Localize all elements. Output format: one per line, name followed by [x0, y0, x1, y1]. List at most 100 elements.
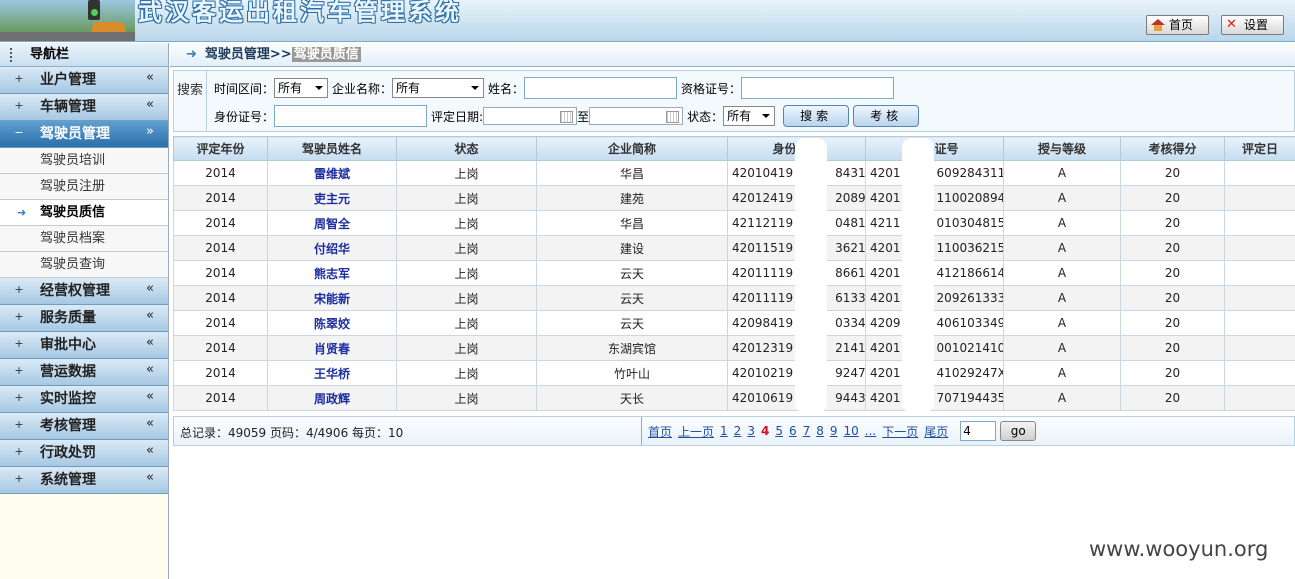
company-select[interactable]: 所有: [392, 78, 485, 98]
prev-page-link[interactable]: 上一页: [678, 423, 714, 440]
column-header[interactable]: 评定年份: [173, 136, 268, 161]
table-cell[interactable]: 雷维斌: [267, 160, 397, 186]
column-header[interactable]: 授与等级: [1003, 136, 1121, 161]
nav-item-driver-training[interactable]: 驾驶员培训: [0, 148, 168, 174]
nav-group-operating-rights[interactable]: + 经营权管理 «: [0, 278, 168, 305]
nav-item-driver-registration[interactable]: 驾驶员注册: [0, 174, 168, 200]
table-cell[interactable]: 肖贤春: [267, 335, 397, 361]
id-number-label: 身份证号：: [214, 109, 275, 124]
period-select[interactable]: 所有: [274, 78, 329, 98]
table-cell: 2014: [173, 235, 268, 261]
nav-group-penalties[interactable]: + 行政处罚 «: [0, 440, 168, 467]
id-prefix: 42011119: [732, 291, 794, 305]
page-link[interactable]: 1: [720, 424, 728, 438]
table-cell[interactable]: 宋能新: [267, 285, 397, 311]
id-suffix: 61333: [835, 291, 866, 305]
table-cell[interactable]: 周政辉: [267, 385, 397, 411]
table-cell[interactable]: 熊志军: [267, 260, 397, 286]
last-page-link[interactable]: 尾页: [924, 423, 948, 440]
page-number-input[interactable]: 4: [960, 421, 997, 441]
search-panel: 搜索 时间区间： 所有 企业名称： 所有 姓名： 资格证号： 身份证号： 评定日…: [173, 70, 1295, 132]
date-from-input[interactable]: [483, 107, 578, 125]
chevron-left-icon: «: [146, 416, 154, 431]
table-cell: 2014: [173, 360, 268, 386]
table-cell[interactable]: 陈翠姣: [267, 310, 397, 336]
table-cell[interactable]: 周智全: [267, 210, 397, 236]
nav-group-system[interactable]: + 系统管理 «: [0, 467, 168, 494]
first-page-link[interactable]: 首页: [648, 423, 672, 440]
id-number-input[interactable]: [274, 105, 428, 127]
redaction-mask: [902, 138, 934, 413]
page-link[interactable]: 10: [844, 424, 859, 438]
go-button[interactable]: go: [1000, 421, 1037, 441]
expand-icon: +: [14, 99, 24, 112]
page-link[interactable]: 9: [830, 424, 838, 438]
table-cell: 上岗: [396, 385, 537, 411]
table-cell[interactable]: 吏主元: [267, 185, 397, 211]
id-prefix: 4201: [870, 291, 901, 305]
expand-icon: +: [14, 418, 24, 431]
id-prefix: 42011519: [732, 241, 794, 255]
table-cell[interactable]: 付绍华: [267, 235, 397, 261]
page-link[interactable]: 7: [803, 424, 811, 438]
column-header[interactable]: 考核得分: [1120, 136, 1225, 161]
nav-item-driver-query[interactable]: 驾驶员查询: [0, 252, 168, 278]
column-header[interactable]: 评定日: [1224, 136, 1295, 161]
chevron-left-icon: «: [146, 335, 154, 350]
table-cell: 4209 406103349: [865, 310, 1004, 336]
table-cell: 2014: [173, 385, 268, 411]
breadcrumb-parent[interactable]: 驾驶员管理>>: [205, 47, 292, 62]
nav-item-driver-credit[interactable]: ➜ 驾驶员质信: [0, 200, 168, 226]
table-cell: [1224, 235, 1295, 261]
column-header[interactable]: 企业简称: [536, 136, 728, 161]
table-cell: 20: [1120, 360, 1225, 386]
table-cell[interactable]: 王华桥: [267, 360, 397, 386]
search-button[interactable]: 搜索: [783, 105, 850, 127]
table-cell: A: [1003, 260, 1121, 286]
home-button[interactable]: 首页: [1146, 15, 1209, 35]
id-prefix: 42012319: [732, 341, 794, 355]
company-label: 企业名称：: [332, 81, 393, 96]
nav-group-operating-data[interactable]: + 营运数据 «: [0, 359, 168, 386]
chevron-left-icon: «: [146, 362, 154, 377]
id-suffix: 94435: [835, 391, 866, 405]
nav-group-service-quality[interactable]: + 服务质量 «: [0, 305, 168, 332]
column-header[interactable]: 驾驶员姓名: [267, 136, 397, 161]
nav-group-assessment[interactable]: + 考核管理 «: [0, 413, 168, 440]
column-header[interactable]: 资格证号: [865, 136, 1004, 161]
id-suffix: 209261333: [936, 291, 1004, 305]
more-pages-link[interactable]: ...: [865, 424, 876, 438]
nav-group-vehicles[interactable]: + 车辆管理 «: [0, 94, 168, 121]
status-select[interactable]: 所有: [723, 106, 776, 126]
table-cell: 4201 209261333: [865, 285, 1004, 311]
id-suffix: 36215: [835, 241, 866, 255]
id-suffix: 84311: [835, 166, 866, 180]
table-cell: A: [1003, 335, 1121, 361]
nav-item-driver-archives[interactable]: 驾驶员档案: [0, 226, 168, 252]
settings-button[interactable]: ✕ 设置: [1221, 15, 1284, 35]
page-link[interactable]: 6: [789, 424, 797, 438]
chevron-left-icon: «: [146, 389, 154, 404]
nav-group-drivers[interactable]: − 驾驶员管理»: [0, 121, 168, 148]
nav-group-approval-center[interactable]: + 审批中心 «: [0, 332, 168, 359]
table-cell: 建设: [536, 235, 728, 261]
page-link[interactable]: 8: [816, 424, 824, 438]
page-link[interactable]: 2: [734, 424, 742, 438]
table-cell: 4201 609284311: [865, 160, 1004, 186]
id-prefix: 4201: [870, 191, 901, 205]
date-to-input[interactable]: [589, 107, 684, 125]
name-input[interactable]: [524, 77, 678, 99]
next-page-link[interactable]: 下一页: [882, 423, 918, 440]
page-link[interactable]: 3: [747, 424, 755, 438]
assess-button[interactable]: 考核: [853, 105, 920, 127]
column-header[interactable]: 状态: [396, 136, 537, 161]
id-prefix: 4201: [870, 391, 901, 405]
chevron-left-icon: «: [146, 308, 154, 323]
nav-group-realtime-monitor[interactable]: + 实时监控 «: [0, 386, 168, 413]
table-cell: 天长: [536, 385, 728, 411]
page-link[interactable]: 5: [775, 424, 783, 438]
cert-number-input[interactable]: [741, 77, 895, 99]
current-page: 4: [760, 424, 770, 438]
id-suffix: 41029247X: [936, 366, 1004, 380]
nav-group-business-owners[interactable]: + 业户管理 «: [0, 67, 168, 94]
